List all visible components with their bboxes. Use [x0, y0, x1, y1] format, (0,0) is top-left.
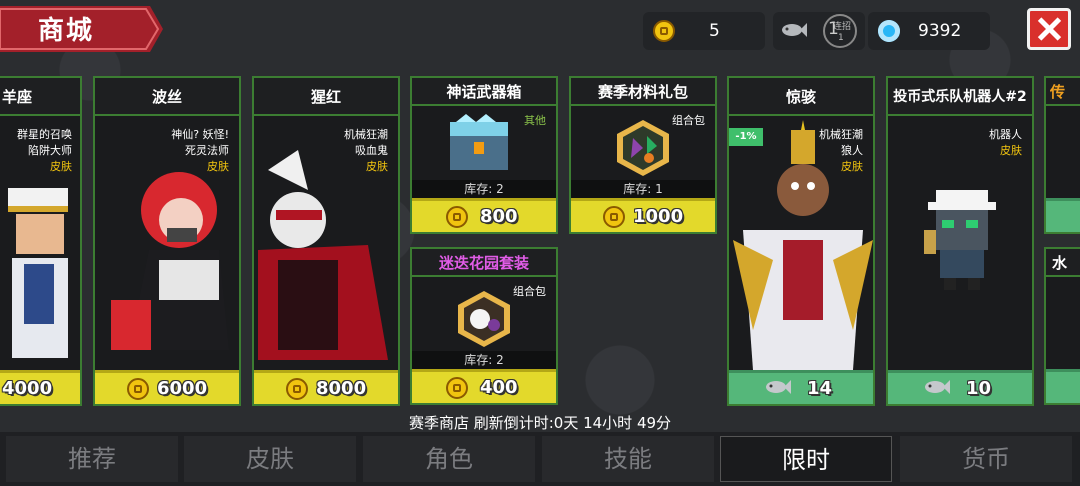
price-button[interactable]	[1046, 369, 1080, 403]
fish-icon	[925, 380, 950, 394]
tab-characters[interactable]: 角色	[363, 436, 535, 482]
card-name: 赛季材料礼包	[597, 83, 688, 101]
price-value: 400	[480, 377, 518, 398]
fish-counter: 1 连招 1	[773, 12, 865, 50]
price-button[interactable]: 6000	[95, 370, 239, 404]
price-button[interactable]: 14	[729, 370, 873, 404]
shop-card-yangzuo[interactable]: 羊座 群星的召唤 陷阱大师 皮肤 4000	[0, 76, 82, 406]
price-value: 800	[480, 206, 518, 227]
combo-ring: 1 连招 1	[823, 14, 857, 48]
card-tag: 陷阱大师	[28, 144, 72, 157]
price-value: 6000	[157, 378, 208, 399]
shop-card-partial-bottom[interactable]: 水	[1044, 247, 1080, 405]
card-name: 迷迭花园套装	[438, 254, 529, 272]
price-value: 14	[807, 378, 833, 399]
shop-card-band-robot[interactable]: 投币式乐队机器人#2 机器人 皮肤 10	[886, 76, 1034, 406]
shop-card-jinghai[interactable]: 惊骇 -1% 机械狂潮 狼人 皮肤 14	[727, 76, 875, 406]
tab-recommend[interactable]: 推荐	[6, 436, 178, 482]
price-value: 8000	[316, 378, 367, 399]
close-icon[interactable]	[1027, 8, 1071, 50]
page-title: 商城	[38, 16, 95, 46]
card-name: 水	[1052, 254, 1068, 272]
card-tag: 组合包	[513, 285, 546, 298]
card-tag: 神仙? 妖怪!	[171, 128, 229, 141]
shop-tabs: 推荐 皮肤 角色 技能 限时 货币	[0, 432, 1080, 486]
gold-coin-icon	[286, 378, 308, 400]
card-name: 波丝	[151, 88, 182, 106]
tab-currency[interactable]: 货币	[900, 436, 1072, 482]
tab-skins[interactable]: 皮肤	[184, 436, 356, 482]
price-button[interactable]: 400	[412, 369, 556, 403]
card-tag: 皮肤	[50, 160, 72, 173]
shop-card-weapon-chest[interactable]: 神话武器箱 其他 库存: 2 800	[410, 76, 558, 234]
price-button[interactable]: 8000	[254, 370, 398, 404]
character-art	[111, 172, 229, 350]
fish-icon	[766, 380, 791, 394]
price-button[interactable]: 800	[412, 198, 556, 232]
card-tag: 机器人	[989, 128, 1022, 141]
tab-skills[interactable]: 技能	[542, 436, 714, 482]
card-name: 惊骇	[785, 88, 816, 106]
price-value: 4000	[2, 378, 53, 399]
price-button[interactable]	[1046, 198, 1080, 232]
stock-label: 库存: 2	[412, 180, 556, 198]
bundle-icon	[458, 291, 510, 347]
shop-card-partial-top[interactable]: 传	[1044, 76, 1080, 234]
gold-coin-icon	[446, 206, 468, 228]
character-art	[8, 188, 68, 358]
card-name: 投币式乐队机器人#2	[893, 89, 1027, 105]
gold-counter: 5	[643, 12, 765, 50]
gold-coin-icon	[127, 378, 149, 400]
gold-coin-icon	[603, 206, 625, 228]
price-value: 10	[966, 378, 992, 399]
tab-limited[interactable]: 限时	[720, 436, 892, 482]
card-name: 羊座	[2, 88, 33, 106]
card-tag: 其他	[524, 114, 546, 127]
combo-label: 连招	[833, 22, 852, 32]
combo-count: 1	[838, 33, 844, 43]
card-tag: 组合包	[672, 114, 705, 127]
price-button[interactable]: 4000	[0, 370, 80, 404]
shop-card-season-material[interactable]: 赛季材料礼包 组合包 库存: 1 1000	[569, 76, 717, 234]
gold-coin-icon	[446, 377, 468, 399]
shop-card-bosi[interactable]: 波丝 神仙? 妖怪! 死灵法师 皮肤 6000	[93, 76, 241, 406]
weapon-chest-icon	[450, 114, 508, 170]
refresh-countdown: 赛季商店 刷新倒计时:0天 14小时 49分	[408, 414, 672, 432]
gem-counter: 9392	[868, 12, 990, 50]
gem-icon	[878, 20, 900, 42]
character-art	[258, 150, 388, 360]
stock-label: 库存: 2	[412, 351, 556, 369]
card-tag: 群星的召唤	[17, 128, 72, 141]
card-name: 传	[1050, 83, 1066, 101]
material-pack-icon	[617, 120, 669, 176]
fish-icon	[782, 23, 807, 37]
card-name: 神话武器箱	[446, 83, 522, 101]
price-button[interactable]: 1000	[571, 198, 715, 232]
card-tag: 皮肤	[1000, 144, 1022, 157]
gem-value: 9392	[918, 21, 962, 41]
shop-card-xinghong[interactable]: 猩红 机械狂潮 吸血鬼 皮肤 8000	[252, 76, 400, 406]
character-art	[924, 190, 996, 290]
card-tag: 机械狂潮	[344, 128, 388, 141]
shop-card-garden-bundle[interactable]: 迷迭花园套装 组合包 库存: 2 400	[410, 247, 558, 405]
gold-value: 5	[709, 21, 720, 41]
price-value: 1000	[633, 206, 684, 227]
price-button[interactable]: 10	[888, 370, 1032, 404]
character-art	[733, 120, 873, 370]
stock-label: 库存: 1	[571, 180, 715, 198]
card-name: 猩红	[310, 88, 341, 106]
gold-coin-icon	[653, 20, 675, 42]
